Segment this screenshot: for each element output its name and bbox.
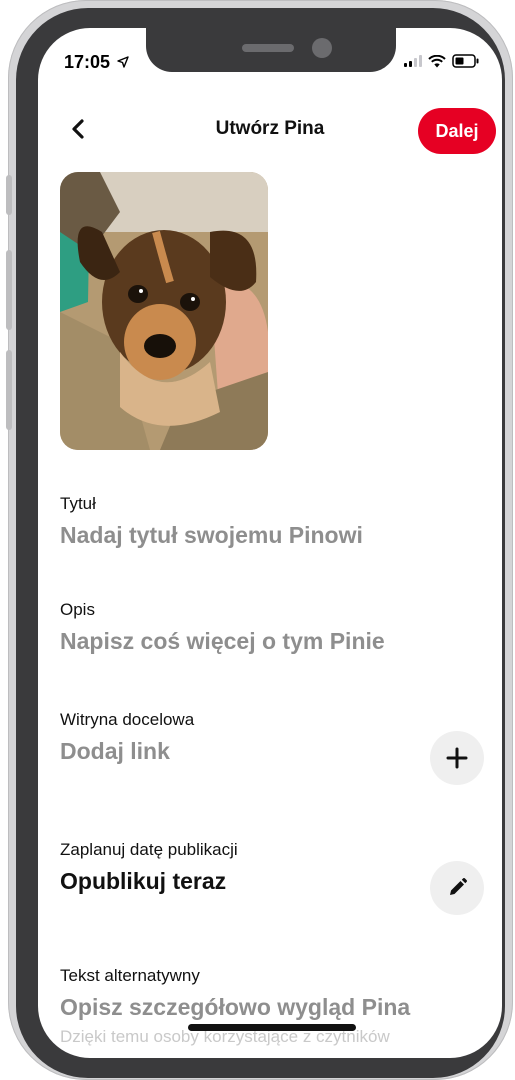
pencil-icon (450, 877, 468, 895)
description-label: Opis (60, 600, 95, 619)
alt-text-label: Tekst alternatywny (60, 966, 200, 985)
puppy-photo (60, 172, 268, 450)
status-time-text: 17:05 (64, 52, 111, 72)
front-camera (312, 38, 332, 58)
volume-up-button (6, 250, 12, 330)
description-input-placeholder[interactable]: Napisz coś więcej o tym Pinie (60, 628, 490, 655)
status-bar-icons (404, 54, 480, 68)
next-button[interactable]: Dalej (418, 108, 496, 154)
title-field[interactable]: Tytuł Nadaj tytuł swojemu Pinowi (60, 494, 490, 549)
link-label: Witryna docelowa (60, 710, 195, 729)
screen: 17:05 Utwórz Pina Dalej Tytuł Nadaj tytu… (38, 28, 502, 1058)
header-bar: Utwórz Pina Dalej (38, 108, 502, 160)
title-input-placeholder[interactable]: Nadaj tytuł swojemu Pinowi (60, 522, 490, 549)
schedule-field[interactable]: Zaplanuj datę publikacji Opublikuj teraz (60, 840, 490, 895)
volume-down-button (6, 350, 12, 430)
mute-switch (6, 175, 12, 215)
add-link-button[interactable] (430, 731, 484, 785)
home-indicator[interactable] (188, 1024, 356, 1031)
plus-icon (446, 747, 468, 769)
description-field[interactable]: Opis Napisz coś więcej o tym Pinie (60, 600, 490, 655)
battery-icon (452, 54, 479, 68)
link-field[interactable]: Witryna docelowa Dodaj link (60, 710, 490, 765)
speaker-grille (242, 44, 294, 52)
link-input-placeholder[interactable]: Dodaj link (60, 738, 490, 765)
alt-text-field[interactable]: Tekst alternatywny Opisz szczegółowo wyg… (60, 966, 490, 1047)
schedule-label: Zaplanuj datę publikacji (60, 840, 238, 859)
alt-text-input-placeholder[interactable]: Opisz szczegółowo wygląd Pina (60, 994, 490, 1021)
wifi-icon (428, 54, 446, 67)
edit-schedule-button[interactable] (430, 861, 484, 915)
pin-image[interactable] (60, 172, 268, 450)
title-label: Tytuł (60, 494, 96, 513)
schedule-value: Opublikuj teraz (60, 868, 227, 894)
notch (146, 28, 396, 72)
location-arrow-icon (117, 56, 129, 68)
status-bar-time: 17:05 (64, 52, 129, 73)
signal-icon (404, 55, 422, 67)
